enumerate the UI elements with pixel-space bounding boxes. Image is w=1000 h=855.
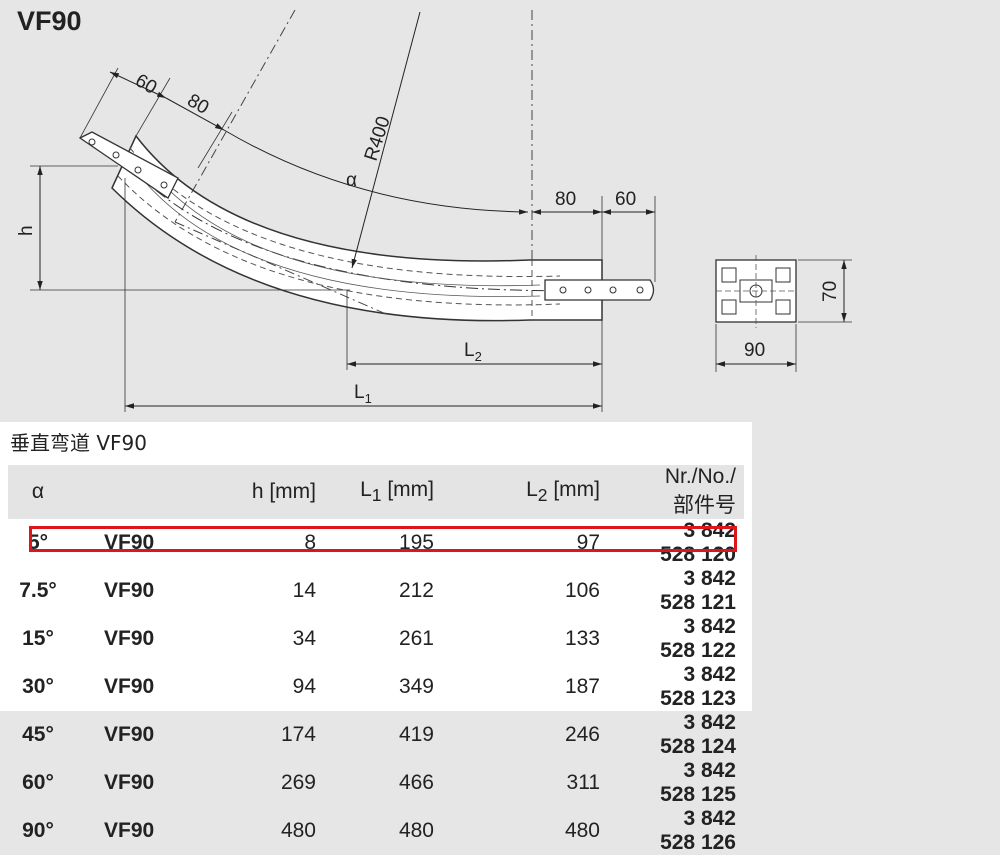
cell-part-number: 3 842 528 126 xyxy=(660,807,736,854)
dim-60-right: 60 xyxy=(615,189,636,210)
cell-l1: 212 xyxy=(398,579,434,602)
alpha-label: α xyxy=(346,170,357,191)
cell-alpha: 60° xyxy=(22,771,54,794)
l2-label: L2 xyxy=(464,340,482,364)
cell-type: VF90 xyxy=(104,579,155,602)
cell-alpha: 30° xyxy=(22,675,54,698)
cell-h: 174 xyxy=(280,723,316,746)
cell-type: VF90 xyxy=(104,627,155,650)
cell-h: 14 xyxy=(292,579,316,602)
table-row: 30° VF90 94 349 187 3 842 528 123 xyxy=(8,663,744,711)
table-header-row: α h [mm] L1 [mm] L2 [mm] Nr./No./部件号 xyxy=(8,465,744,519)
cell-l1: 480 xyxy=(398,819,434,842)
cell-l2: 133 xyxy=(564,627,600,650)
header-alpha: α xyxy=(31,480,45,503)
header-h: h [mm] xyxy=(251,480,316,503)
cell-l1: 349 xyxy=(398,675,434,698)
header-type xyxy=(68,465,196,519)
dim-80-right: 80 xyxy=(555,189,576,210)
cell-l1: 261 xyxy=(398,627,434,650)
cell-part-number: 3 842 528 122 xyxy=(660,615,736,662)
table-row: 15° VF90 34 261 133 3 842 528 122 xyxy=(8,615,744,663)
cell-alpha: 45° xyxy=(22,723,54,746)
header-part-number: Nr./No./部件号 xyxy=(664,465,736,517)
cell-type: VF90 xyxy=(104,819,155,842)
header-l1: L1 [mm] xyxy=(360,477,434,506)
header-l2: L2 [mm] xyxy=(526,477,600,506)
table-row: 45° VF90 174 419 246 3 842 528 124 xyxy=(8,711,744,759)
h-label: h xyxy=(16,225,37,236)
cell-part-number: 3 842 528 124 xyxy=(660,711,736,758)
parts-table: α h [mm] L1 [mm] L2 [mm] Nr./No./部件号 5° … xyxy=(8,465,744,855)
cell-alpha: 90° xyxy=(22,819,54,842)
cell-alpha: 7.5° xyxy=(19,579,57,602)
technical-drawing: 60 80 α R400 80 60 h L2 L1 70 90 xyxy=(16,9,852,412)
cell-h: 94 xyxy=(292,675,316,698)
highlight-box xyxy=(29,526,737,552)
cell-h: 480 xyxy=(280,819,316,842)
table-row: 90° VF90 480 480 480 3 842 528 126 xyxy=(8,807,744,855)
l1-label: L1 xyxy=(354,382,372,406)
section-height-label: 70 xyxy=(820,281,841,302)
table-caption: 垂直弯道 VF90 xyxy=(10,431,147,455)
cell-type: VF90 xyxy=(104,675,155,698)
cell-part-number: 3 842 528 121 xyxy=(660,567,736,614)
table-row-highlighted: 7.5° VF90 14 212 106 3 842 528 121 xyxy=(8,567,744,615)
cell-l2: 480 xyxy=(564,819,600,842)
cell-l2: 311 xyxy=(566,771,600,794)
cell-l2: 187 xyxy=(564,675,600,698)
cell-l1: 419 xyxy=(398,723,434,746)
dim-80-left: 80 xyxy=(184,90,213,119)
cell-h: 269 xyxy=(280,771,316,794)
cell-type: VF90 xyxy=(104,771,155,794)
cell-alpha: 15° xyxy=(22,627,54,650)
cell-l1: 466 xyxy=(398,771,434,794)
parts-table-panel: 垂直弯道 VF90 α h [mm] L1 [mm] L2 [mm] Nr./N… xyxy=(0,422,752,854)
section-width-label: 90 xyxy=(744,340,765,361)
drawing-title: VF90 xyxy=(17,6,82,36)
cell-l2: 246 xyxy=(564,723,600,746)
cell-l2: 106 xyxy=(564,579,600,602)
radius-label: R400 xyxy=(361,114,395,164)
cell-part-number: 3 842 528 123 xyxy=(660,663,736,710)
bend-outline xyxy=(111,134,603,322)
cell-type: VF90 xyxy=(104,723,155,746)
table-row: 60° VF90 269 466 311 3 842 528 125 xyxy=(8,759,744,807)
dim-60-left: 60 xyxy=(132,70,161,99)
cell-part-number: 3 842 528 125 xyxy=(660,759,736,806)
cell-h: 34 xyxy=(292,627,316,650)
profile-cross-section xyxy=(715,255,797,328)
